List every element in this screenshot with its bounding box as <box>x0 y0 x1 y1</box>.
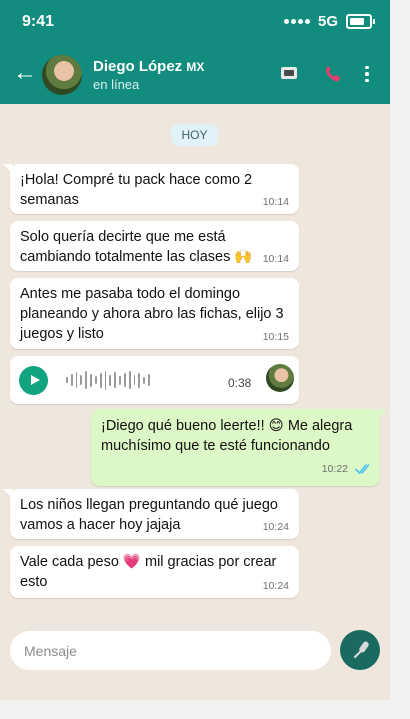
message-text: ¡Diego qué bueno leerte!! 😊 Me alegra mu… <box>101 418 353 454</box>
contact-avatar[interactable] <box>42 55 82 95</box>
contact-name-text: Diego López <box>93 58 183 75</box>
phone-call-icon[interactable] <box>322 63 344 85</box>
back-arrow-icon[interactable]: ← <box>13 58 37 88</box>
double-check-icon <box>355 464 370 475</box>
message-bubble-incoming[interactable]: Vale cada peso 💗 mil gracias por crear e… <box>10 546 299 598</box>
chat-header: ← Diego López MX en línea <box>0 44 390 104</box>
message-input[interactable] <box>10 631 331 670</box>
message-time: 10:14 <box>262 253 289 265</box>
network-label: 5G <box>317 13 338 30</box>
message-text: Los niños llegan preguntando qué juego v… <box>20 497 278 533</box>
message-text: ¡Hola! Compré tu pack hace como 2 semana… <box>20 172 253 208</box>
waveform-icon[interactable] <box>66 370 150 390</box>
message-bubble-incoming[interactable]: ¡Hola! Compré tu pack hace como 2 semana… <box>3 164 299 214</box>
date-separator: HOY <box>171 124 218 146</box>
message-time: 10:24 <box>262 580 289 592</box>
audio-duration: 0:38 <box>228 376 252 390</box>
signal-icon <box>283 19 310 24</box>
message-bubble-outgoing[interactable]: ¡Diego qué bueno leerte!! 😊 Me alegra mu… <box>91 409 387 486</box>
message-bubble-incoming[interactable]: Solo quería decirte que me está cambiand… <box>10 221 299 271</box>
message-time: 10:15 <box>262 331 289 343</box>
message-time: 10:22 <box>321 463 348 475</box>
play-icon[interactable] <box>19 366 48 395</box>
status-indicators: 5G <box>283 13 375 30</box>
microphone-icon <box>353 641 369 659</box>
contact-flag: MX <box>186 60 205 74</box>
message-time: 10:24 <box>262 521 289 533</box>
video-call-icon[interactable] <box>281 67 297 79</box>
chat-screen: 9:41 5G ← Diego López MX en línea HOY ¡H… <box>0 0 390 700</box>
composer-bar <box>0 621 390 700</box>
status-time: 9:41 <box>22 13 55 30</box>
message-text: Antes me pasaba todo el domingo planeand… <box>20 286 284 342</box>
status-bar: 9:41 5G <box>0 0 390 44</box>
voice-message[interactable]: 0:38 <box>10 356 299 404</box>
message-bubble-incoming[interactable]: Antes me pasaba todo el domingo planeand… <box>10 278 299 349</box>
microphone-button[interactable] <box>340 630 380 670</box>
message-text: Solo quería decirte que me está cambiand… <box>20 229 253 265</box>
message-time: 10:14 <box>262 196 289 208</box>
contact-name[interactable]: Diego López MX <box>93 58 204 75</box>
message-text: Vale cada peso 💗 mil gracias por crear e… <box>20 554 277 590</box>
sender-avatar <box>266 364 294 392</box>
message-bubble-incoming[interactable]: Los niños llegan preguntando qué juego v… <box>3 489 299 539</box>
more-options-icon[interactable] <box>360 63 374 85</box>
battery-icon <box>346 14 375 29</box>
contact-status: en línea <box>93 77 140 92</box>
